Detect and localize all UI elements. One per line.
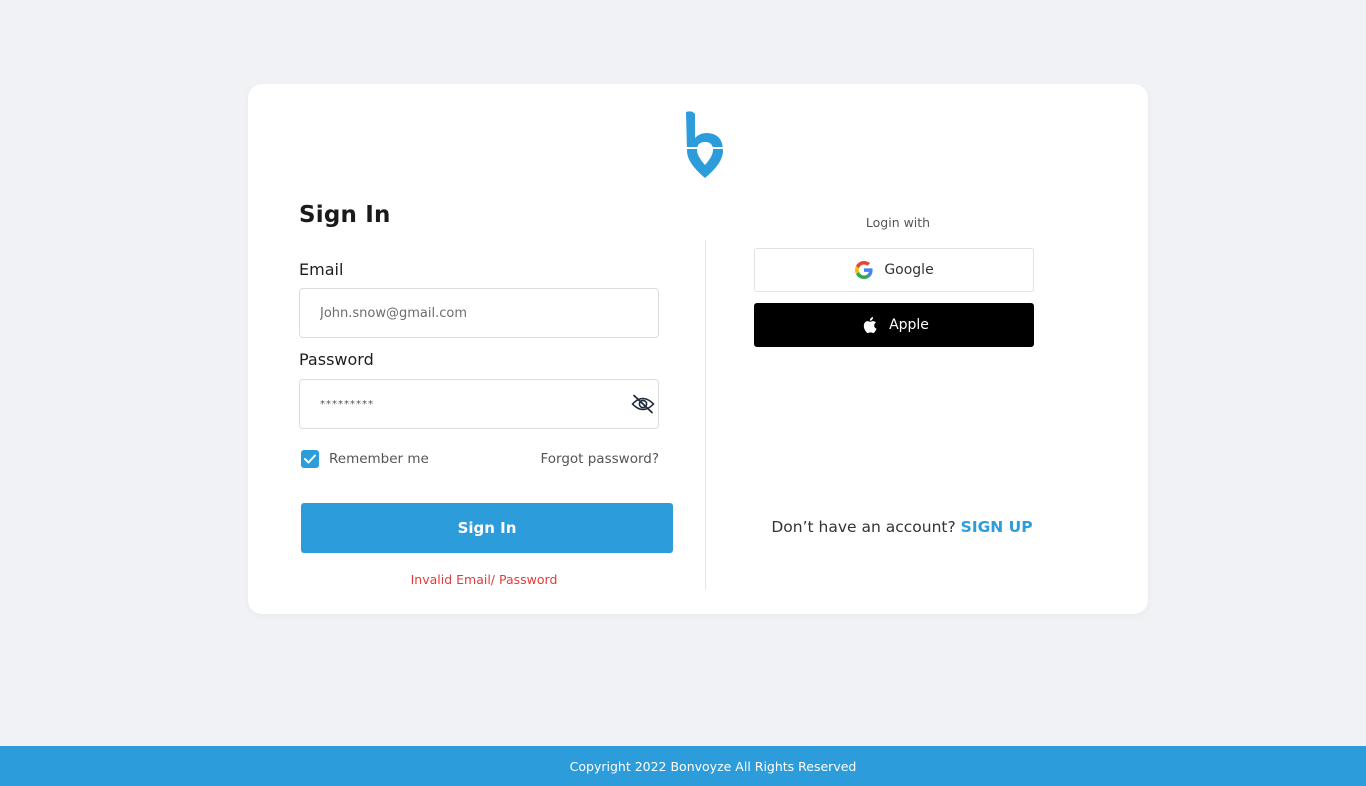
sign-in-button[interactable]: Sign In (301, 503, 673, 553)
bonvoyze-logo-icon (683, 110, 727, 180)
remember-me-label: Remember me (329, 451, 429, 467)
email-label: Email (299, 260, 344, 279)
password-input[interactable] (299, 379, 659, 429)
apple-icon (859, 315, 879, 335)
login-page: Sign In Email Password Remember me Forgo… (0, 0, 1366, 786)
google-icon (854, 260, 874, 280)
apple-button-label: Apple (889, 317, 929, 333)
footer: Copyright 2022 Bonvoyze All Rights Reser… (0, 746, 1366, 786)
google-button-label: Google (884, 262, 934, 278)
error-message: Invalid Email/ Password (410, 572, 558, 587)
copyright-text: Copyright 2022 Bonvoyze All Rights Reser… (569, 758, 857, 774)
signup-prompt-text: Don’t have an account? (771, 518, 961, 536)
page-title: Sign In (299, 202, 391, 228)
password-label: Password (299, 350, 374, 369)
email-input[interactable] (299, 288, 659, 338)
vertical-divider (705, 240, 706, 590)
remember-row: Remember me Forgot password? (301, 449, 659, 469)
apple-login-button[interactable]: Apple (754, 303, 1034, 347)
login-with-heading: Login with (865, 215, 931, 230)
checkmark-icon (304, 454, 316, 464)
signup-prompt: Don’t have an account? SIGN UP (754, 518, 1050, 536)
login-card: Sign In Email Password Remember me Forgo… (248, 84, 1148, 614)
remember-me-checkbox[interactable] (301, 450, 319, 468)
google-login-button[interactable]: Google (754, 248, 1034, 292)
sign-up-link[interactable]: SIGN UP (961, 518, 1033, 536)
eye-off-icon[interactable] (630, 392, 656, 416)
forgot-password-link[interactable]: Forgot password? (540, 451, 659, 467)
